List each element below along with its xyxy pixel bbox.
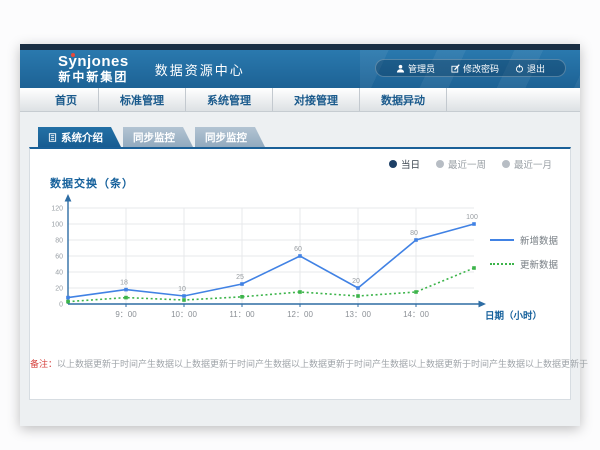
radio-last-week[interactable]: 最近一周 (436, 157, 486, 171)
time-range-filter: 当日 最近一周 最近一月 (389, 157, 552, 171)
user-menu-admin[interactable]: 管理员 (388, 62, 443, 75)
logout-label: 退出 (527, 62, 545, 75)
tab-sync-monitor-1[interactable]: 同步监控 (123, 127, 193, 147)
user-menu: 管理员 修改密码 退出 (375, 59, 566, 77)
svg-text:20: 20 (352, 278, 360, 285)
legend-line-dotted (490, 263, 514, 265)
app-title: 数据资源中心 (155, 60, 245, 79)
svg-text:14：00: 14：00 (403, 310, 429, 319)
legend-item-updated-data: 更新数据 (490, 257, 558, 271)
svg-text:120: 120 (51, 206, 63, 213)
change-password-label: 修改密码 (463, 62, 499, 75)
svg-text:10：00: 10：00 (171, 310, 197, 319)
svg-text:13：00: 13：00 (345, 310, 371, 319)
radio-dot (502, 160, 510, 168)
power-icon (515, 64, 524, 73)
content-panel: 当日 最近一周 最近一月 数据交换（条） 0 20 40 60 80 100 120 9：00… (29, 147, 571, 400)
brand-logo[interactable]: Synjones 新中新集团 (58, 54, 129, 83)
brand-logo-text: Synjones (58, 54, 129, 70)
tab-label: 同步监控 (133, 130, 175, 145)
chart-area: 0 20 40 60 80 100 120 9：00 10：00 11：00 12：00 13：00 1… (38, 192, 543, 326)
svg-text:日期（小时）: 日期（小时） (485, 310, 542, 322)
svg-text:18: 18 (120, 280, 128, 287)
edit-icon (451, 64, 460, 73)
svg-text:60: 60 (294, 246, 302, 253)
brand-logo-subtext: 新中新集团 (58, 71, 129, 84)
svg-text:100: 100 (466, 214, 478, 221)
svg-text:80: 80 (55, 238, 63, 245)
svg-text:0: 0 (59, 302, 63, 309)
tab-label: 同步监控 (205, 130, 247, 145)
svg-text:12：00: 12：00 (287, 310, 313, 319)
y-axis-title: 数据交换（条） (50, 175, 134, 191)
svg-text:25: 25 (236, 274, 244, 281)
tab-label: 系统介绍 (61, 130, 103, 145)
nav-item-system-mgmt[interactable]: 系统管理 (186, 88, 273, 111)
nav-item-interface-mgmt[interactable]: 对接管理 (273, 88, 360, 111)
svg-text:100: 100 (51, 222, 63, 229)
nav-item-standard-mgmt[interactable]: 标准管理 (99, 88, 186, 111)
svg-text:10: 10 (178, 286, 186, 293)
svg-text:40: 40 (55, 270, 63, 277)
exchange-chart: 0 20 40 60 80 100 120 9：00 10：00 11：00 12：00 13：00 1… (38, 192, 543, 326)
radio-dot (389, 160, 397, 168)
change-password-button[interactable]: 修改密码 (443, 62, 507, 75)
chart-legend: 新增数据 更新数据 (490, 233, 558, 281)
footnote-prefix: 备注： (30, 359, 57, 369)
svg-text:80: 80 (410, 230, 418, 237)
user-menu-admin-label: 管理员 (408, 62, 435, 75)
radio-last-month[interactable]: 最近一月 (502, 157, 552, 171)
svg-text:9：00: 9：00 (115, 310, 137, 319)
nav-item-data-changes[interactable]: 数据异动 (360, 88, 447, 111)
app-header: Synjones 新中新集团 数据资源中心 管理员 修改密码 退出 (20, 50, 580, 88)
logout-button[interactable]: 退出 (507, 62, 553, 75)
tab-bar: 系统介绍 同步监控 同步监控 (38, 127, 580, 147)
legend-label: 更新数据 (520, 257, 558, 271)
footnote-text: 以上数据更新于时间产生数据以上数据更新于时间产生数据以上数据更新于时间产生数据以… (57, 359, 588, 369)
radio-today[interactable]: 当日 (389, 157, 420, 171)
svg-text:20: 20 (55, 286, 63, 293)
person-icon (396, 64, 405, 73)
legend-item-new-data: 新增数据 (490, 233, 558, 247)
document-icon (48, 133, 57, 142)
legend-label: 新增数据 (520, 233, 558, 247)
tab-sync-monitor-2[interactable]: 同步监控 (195, 127, 265, 147)
svg-text:60: 60 (55, 254, 63, 261)
nav-item-home[interactable]: 首页 (34, 88, 99, 111)
legend-line-solid (490, 239, 514, 241)
footnote: 备注：以上数据更新于时间产生数据以上数据更新于时间产生数据以上数据更新于时间产生… (30, 357, 570, 370)
main-nav: 首页 标准管理 系统管理 对接管理 数据异动 (20, 88, 580, 112)
radio-dot (436, 160, 444, 168)
tab-system-intro[interactable]: 系统介绍 (38, 127, 121, 147)
radio-label: 当日 (401, 157, 420, 171)
svg-text:11：00: 11：00 (229, 310, 255, 319)
app-window: Synjones 新中新集团 数据资源中心 管理员 修改密码 退出 首页 标准管… (20, 44, 580, 426)
radio-label: 最近一周 (448, 157, 486, 171)
radio-label: 最近一月 (514, 157, 552, 171)
